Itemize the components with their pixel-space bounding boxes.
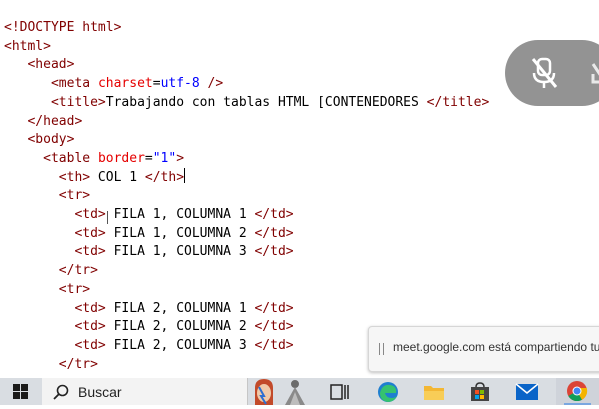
code-token: <th> bbox=[58, 169, 91, 185]
mouse-ibeam-cursor bbox=[107, 211, 110, 224]
code-token: </tr> bbox=[58, 356, 98, 372]
code-token: FILA 2, COLUMNA 3 bbox=[105, 337, 255, 353]
expand-icon bbox=[591, 63, 599, 84]
chrome-icon bbox=[567, 381, 588, 402]
code-token: FILA 1, COLUMNA 3 bbox=[105, 244, 255, 260]
code-token: > bbox=[176, 150, 185, 166]
microsoft-store-icon bbox=[471, 382, 489, 401]
code-token: </td> bbox=[254, 337, 294, 353]
chrome-button[interactable] bbox=[556, 378, 599, 405]
code-line: <tr> bbox=[4, 280, 90, 299]
code-token: "1" bbox=[152, 150, 177, 166]
code-token: /> bbox=[199, 76, 224, 92]
code-line: <th> COL 1 </th> bbox=[4, 167, 186, 187]
code-line: <td> FILA 2, COLUMNA 1 </td> bbox=[4, 299, 294, 318]
code-token: </td> bbox=[254, 207, 294, 222]
code-token: <head> bbox=[27, 57, 75, 73]
task-view-button[interactable] bbox=[322, 378, 358, 405]
share-notification-text: meet.google.com está compartiendo tu p bbox=[393, 340, 599, 354]
code-token: </td> bbox=[254, 244, 294, 260]
file-explorer-button[interactable] bbox=[416, 378, 452, 405]
code-line: <td> FILA 2, COLUMNA 3 </td> bbox=[4, 336, 294, 355]
edge-taskbar-button[interactable] bbox=[370, 378, 406, 405]
code-line: <tr> bbox=[4, 186, 90, 205]
code-token: </td> bbox=[254, 300, 294, 316]
meet-mic-toggle[interactable] bbox=[505, 40, 599, 106]
code-token: <!DOCTYPE html> bbox=[4, 20, 122, 35]
code-token: </th> bbox=[144, 169, 185, 185]
code-line: <td> FILA 1, COLUMNA 1 </td> bbox=[4, 205, 294, 224]
drag-handle-icon[interactable] bbox=[379, 343, 385, 355]
code-token: <td> bbox=[74, 300, 106, 316]
taskbar-decoration-face bbox=[249, 378, 279, 405]
code-token: utf-8 bbox=[160, 76, 200, 92]
windows-start-icon bbox=[13, 384, 28, 399]
taskbar-decoration-figure bbox=[282, 378, 308, 405]
mic-off-icon bbox=[531, 57, 558, 88]
code-token: <html> bbox=[4, 38, 51, 54]
code-token: </title> bbox=[426, 94, 490, 110]
code-line: <head> bbox=[4, 55, 74, 74]
code-token: Trabajando con tablas HTML [CONTENEDORES bbox=[105, 94, 427, 110]
edge-icon bbox=[378, 382, 398, 402]
code-token: <td> bbox=[74, 244, 106, 260]
code-token: <tr> bbox=[58, 281, 91, 297]
code-token: <meta bbox=[50, 76, 98, 92]
mail-button[interactable] bbox=[508, 378, 546, 405]
code-line: </tr> bbox=[4, 261, 98, 280]
store-button[interactable] bbox=[462, 378, 498, 405]
code-line: <!DOCTYPE html> bbox=[4, 18, 121, 37]
taskbar-search-box[interactable]: Buscar bbox=[42, 378, 248, 405]
code-line: <body> bbox=[4, 130, 74, 149]
code-token: <tr> bbox=[58, 188, 91, 204]
code-token: </td> bbox=[254, 225, 294, 241]
code-token: <td> bbox=[74, 337, 106, 353]
code-line: </head> bbox=[4, 112, 82, 131]
code-token: = bbox=[144, 150, 153, 166]
code-token: = bbox=[152, 76, 161, 92]
code-token: FILA 2, COLUMNA 2 bbox=[105, 319, 255, 335]
search-placeholder: Buscar bbox=[78, 384, 122, 400]
code-token: FILA 1, COLUMNA 1 bbox=[105, 207, 255, 222]
code-token: charset bbox=[97, 76, 153, 92]
code-token: </head> bbox=[27, 113, 83, 129]
code-line: <meta charset=utf-8 /> bbox=[4, 74, 223, 93]
code-line: <td> FILA 1, COLUMNA 2 </td> bbox=[4, 224, 294, 243]
mail-icon bbox=[515, 383, 539, 400]
code-line: <table border="1"> bbox=[4, 149, 184, 168]
code-token: <table bbox=[43, 150, 98, 166]
code-line: </tr> bbox=[4, 355, 98, 374]
code-token: <td> bbox=[74, 225, 106, 241]
code-token: FILA 1, COLUMNA 2 bbox=[105, 225, 255, 241]
code-token: FILA 2, COLUMNA 1 bbox=[105, 300, 255, 316]
code-token: </td> bbox=[254, 319, 294, 335]
start-button[interactable] bbox=[0, 378, 42, 405]
windows-taskbar: Buscar bbox=[0, 378, 599, 405]
search-icon bbox=[53, 384, 69, 400]
code-token: border bbox=[97, 150, 145, 166]
code-line: <title>Trabajando con tablas HTML [CONTE… bbox=[4, 93, 489, 112]
code-token: <td> bbox=[74, 207, 106, 222]
code-token: </tr> bbox=[58, 263, 98, 279]
code-line: <html> bbox=[4, 37, 51, 56]
code-token: <title> bbox=[50, 94, 106, 110]
code-line: <td> FILA 2, COLUMNA 2 </td> bbox=[4, 317, 294, 336]
task-view-icon bbox=[330, 384, 349, 400]
code-token: COL 1 bbox=[90, 169, 145, 185]
screen-share-notification: meet.google.com está compartiendo tu p bbox=[368, 326, 599, 372]
code-line: <td> FILA 1, COLUMNA 3 </td> bbox=[4, 242, 294, 261]
code-token: <td> bbox=[74, 319, 106, 335]
file-explorer-icon bbox=[424, 386, 444, 400]
text-caret bbox=[184, 167, 186, 183]
code-token: <body> bbox=[27, 132, 75, 148]
